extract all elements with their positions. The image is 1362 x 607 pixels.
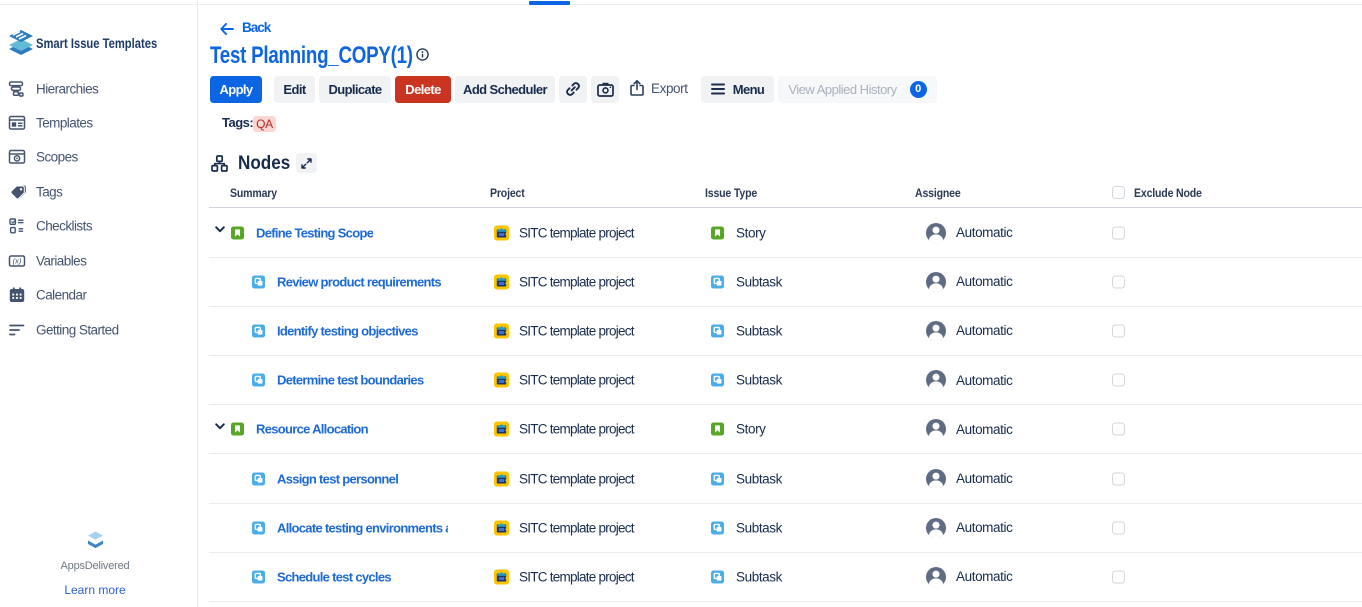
svg-text:(x): (x) <box>13 257 22 266</box>
